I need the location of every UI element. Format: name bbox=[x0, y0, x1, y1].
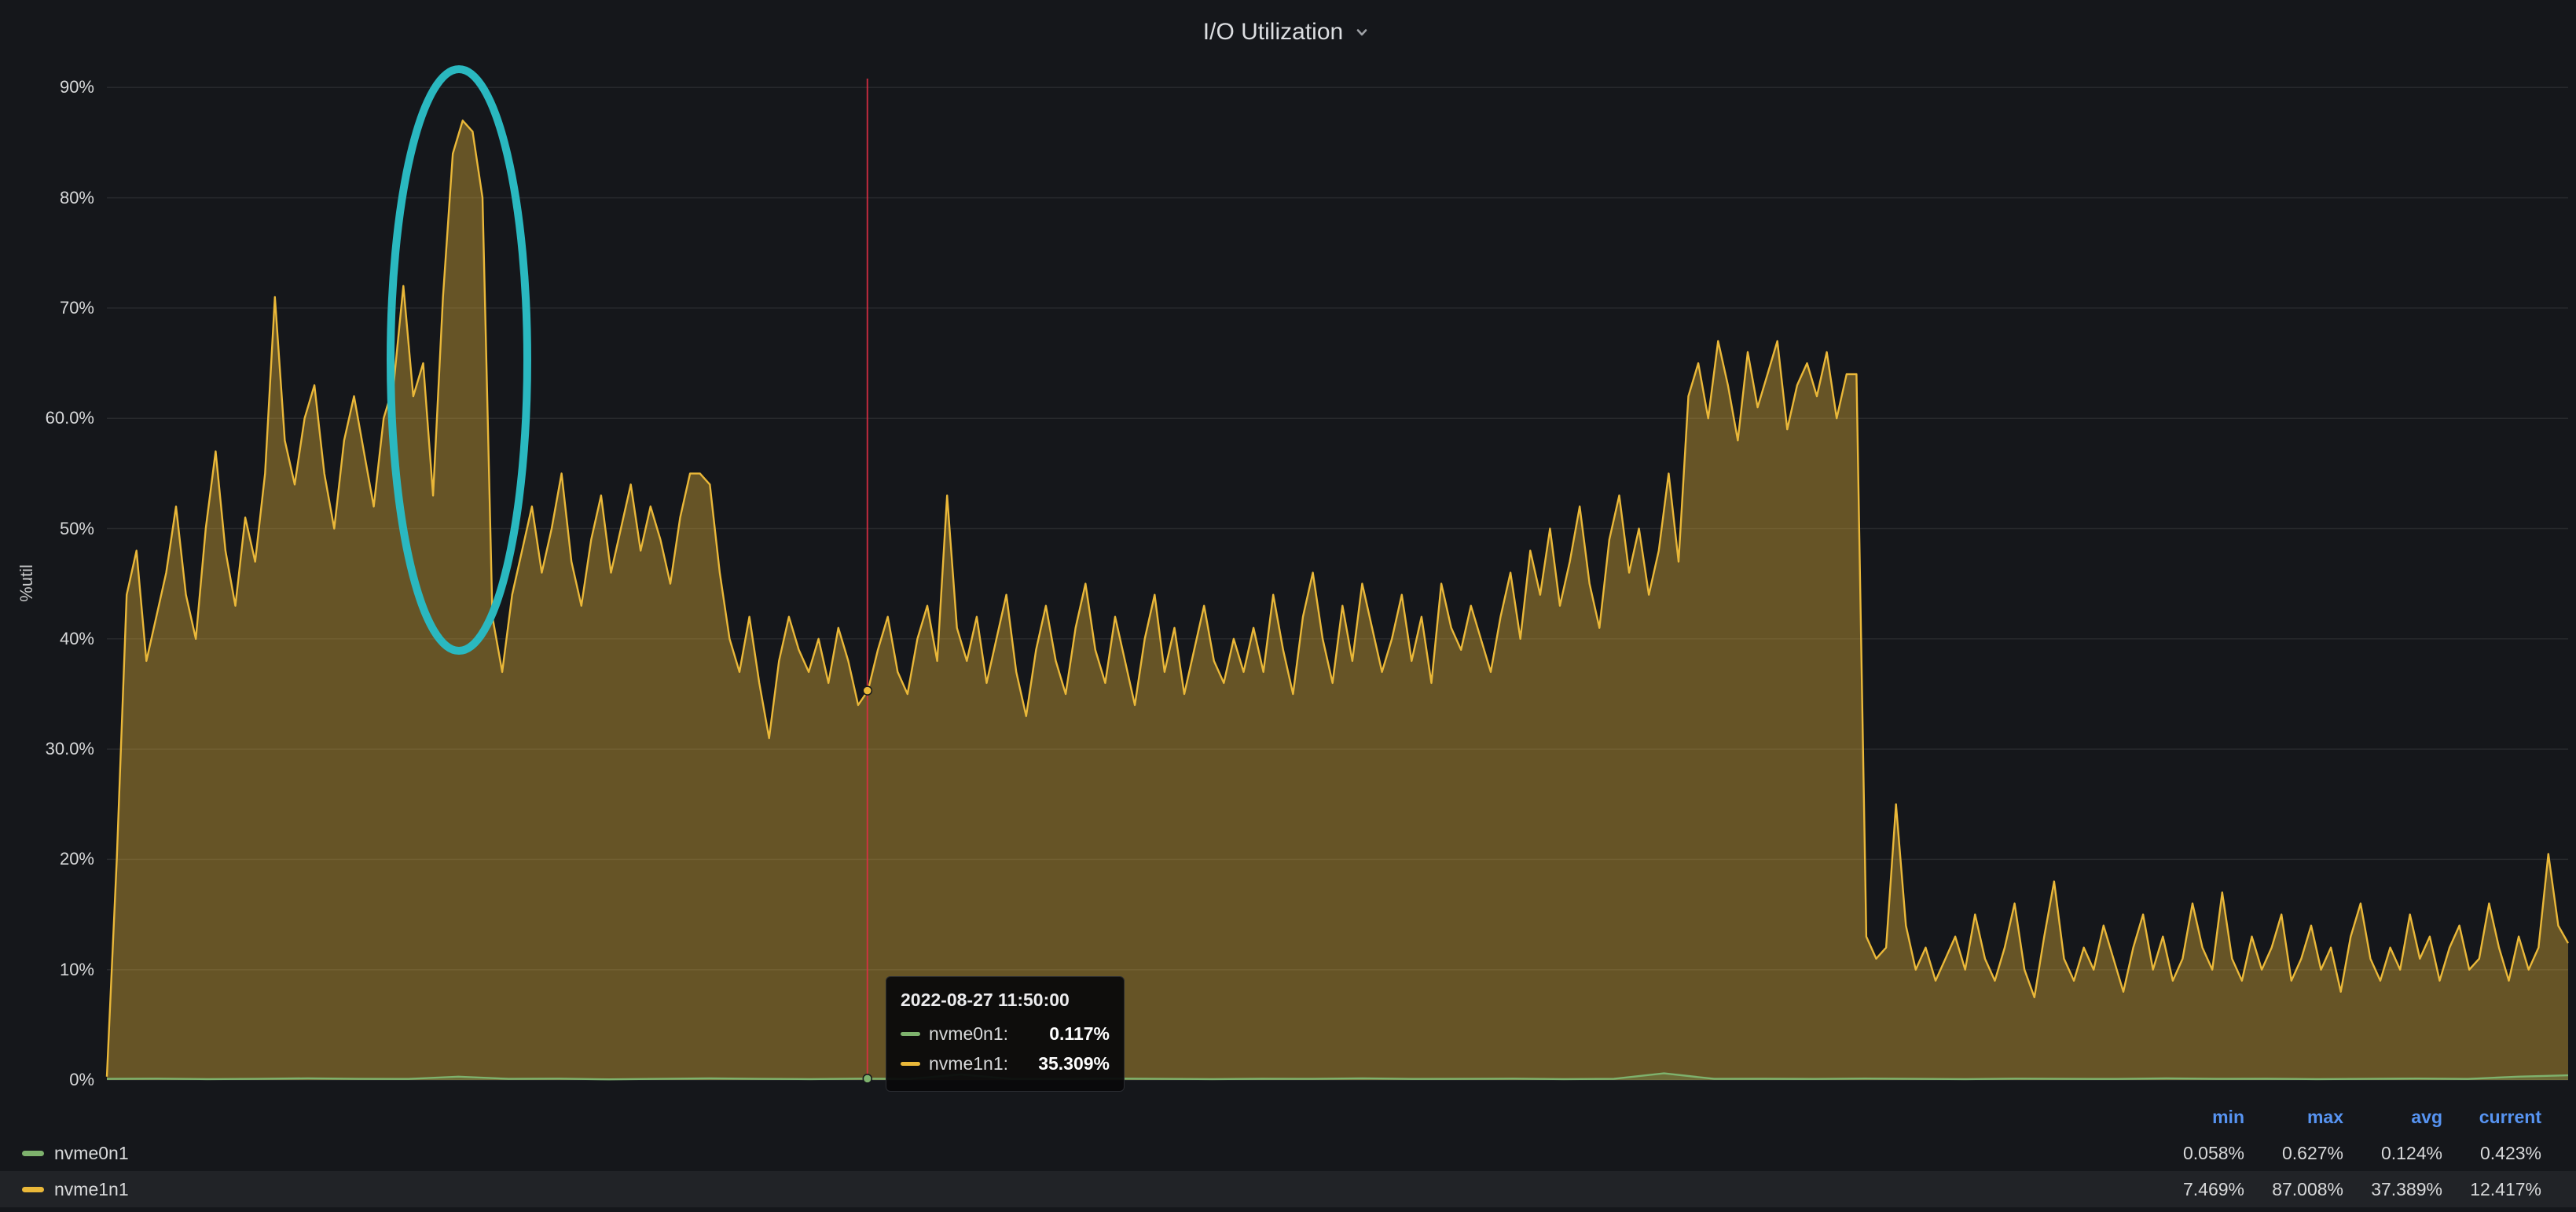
legend-value-nvme1n1-min: 7.469% bbox=[2145, 1179, 2244, 1200]
io-utilization-panel: I/O Utilization %util 0%10%20%30.0%40%50… bbox=[0, 0, 2576, 1212]
legend-value-nvme1n1-max: 87.008% bbox=[2244, 1179, 2343, 1200]
tooltip-series-name: nvme1n1: bbox=[929, 1053, 1008, 1074]
series-swatch-icon bbox=[22, 1151, 44, 1156]
legend-column-min[interactable]: min bbox=[2145, 1107, 2244, 1128]
tooltip-series-value: 0.117% bbox=[1049, 1023, 1110, 1045]
legend-header-row: minmaxavgcurrent bbox=[0, 1099, 2576, 1135]
legend-series-nvme1n1[interactable]: nvme1n1 bbox=[22, 1179, 2145, 1200]
tooltip-series-value: 35.309% bbox=[1038, 1053, 1110, 1074]
tooltip-row-nvme0n1: nvme0n1: 0.117% bbox=[901, 1019, 1110, 1049]
y-axis-label: %util bbox=[17, 564, 37, 602]
legend-value-nvme1n1-avg: 37.389% bbox=[2343, 1179, 2442, 1200]
legend-row-nvme1n1: nvme1n1 7.469%87.008%37.389%12.417% bbox=[0, 1171, 2576, 1207]
series-color-icon bbox=[901, 1032, 920, 1036]
hover-point-nvme1n1 bbox=[863, 686, 872, 695]
chart-plot-area[interactable] bbox=[0, 0, 2576, 1212]
legend-series-label: nvme1n1 bbox=[54, 1179, 129, 1200]
legend-value-nvme0n1-max: 0.627% bbox=[2244, 1143, 2343, 1164]
chevron-down-icon[interactable] bbox=[1351, 21, 1373, 43]
tooltip: 2022-08-27 11:50:00 nvme0n1: 0.117% nvme1n… bbox=[886, 976, 1125, 1092]
legend-series-label: nvme0n1 bbox=[54, 1143, 129, 1164]
legend-value-nvme0n1-min: 0.058% bbox=[2145, 1143, 2244, 1164]
panel-header: I/O Utilization bbox=[0, 19, 2576, 46]
legend-column-max[interactable]: max bbox=[2244, 1107, 2343, 1128]
series-color-icon bbox=[901, 1062, 920, 1066]
legend-row-nvme0n1: nvme0n1 0.058%0.627%0.124%0.423% bbox=[0, 1135, 2576, 1171]
tooltip-series-rows: nvme0n1: 0.117% nvme1n1: 35.309% bbox=[901, 1019, 1110, 1078]
tooltip-series-name: nvme0n1: bbox=[929, 1023, 1008, 1045]
tooltip-row-nvme1n1: nvme1n1: 35.309% bbox=[901, 1049, 1110, 1078]
hover-point-nvme0n1 bbox=[863, 1074, 872, 1083]
series-swatch-icon bbox=[22, 1187, 44, 1192]
legend-column-current[interactable]: current bbox=[2442, 1107, 2541, 1128]
legend-value-nvme0n1-avg: 0.124% bbox=[2343, 1143, 2442, 1164]
legend-value-nvme0n1-current: 0.423% bbox=[2442, 1143, 2541, 1164]
legend-value-nvme1n1-current: 12.417% bbox=[2442, 1179, 2541, 1200]
legend: minmaxavgcurrent nvme0n1 0.058%0.627%0.124… bbox=[0, 1099, 2576, 1207]
tooltip-timestamp: 2022-08-27 11:50:00 bbox=[901, 990, 1110, 1011]
legend-series-nvme0n1[interactable]: nvme0n1 bbox=[22, 1143, 2145, 1164]
legend-column-avg[interactable]: avg bbox=[2343, 1107, 2442, 1128]
panel-title[interactable]: I/O Utilization bbox=[1203, 19, 1343, 46]
